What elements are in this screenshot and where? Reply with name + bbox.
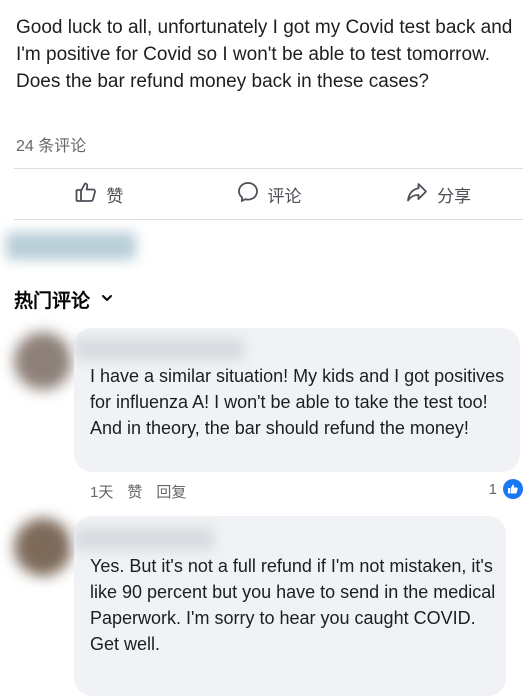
comment-text: I have a similar situation! My kids and …	[90, 366, 505, 438]
comment-bubble: Yes. But it's not a full refund if I'm n…	[74, 516, 506, 696]
comment-meta: 1天 赞 回复	[90, 481, 186, 502]
comment-time[interactable]: 1天	[90, 481, 113, 502]
like-label: 赞	[106, 186, 124, 206]
post-text: Good luck to all, unfortunately I got my…	[16, 17, 513, 92]
share-button[interactable]: 分享	[353, 170, 523, 218]
commenter-name[interactable]	[74, 338, 244, 360]
action-bar: 赞 评论 分享	[14, 170, 523, 218]
reaction-summary[interactable]: 1	[489, 479, 523, 499]
comment-text: Yes. But it's not a full refund if I'm n…	[90, 556, 496, 654]
comment-button[interactable]: 评论	[184, 170, 354, 218]
comment-like-button[interactable]: 赞	[127, 481, 142, 502]
comment-bubble: I have a similar situation! My kids and …	[74, 328, 520, 472]
comment-count[interactable]: 24 条评论	[16, 132, 86, 156]
like-button[interactable]: 赞	[14, 170, 184, 218]
divider	[14, 168, 523, 169]
speech-bubble-icon	[236, 180, 260, 209]
like-reaction-icon	[503, 479, 523, 499]
reaction-count: 1	[488, 480, 497, 498]
share-arrow-icon	[405, 180, 429, 209]
commenter-name[interactable]	[74, 528, 214, 550]
avatar[interactable]	[14, 332, 72, 390]
thumbs-up-icon	[74, 180, 98, 209]
chevron-down-icon	[100, 289, 114, 311]
share-label: 分享	[437, 186, 472, 206]
comment-filter-dropdown[interactable]: 热门评论	[14, 286, 114, 313]
avatar[interactable]	[14, 518, 72, 576]
comment-filter-label: 热门评论	[14, 291, 91, 312]
comment-label: 评论	[267, 186, 302, 206]
comment-reply-button[interactable]: 回复	[156, 481, 186, 502]
divider	[14, 219, 523, 220]
blurred-reaction-row	[6, 232, 136, 260]
